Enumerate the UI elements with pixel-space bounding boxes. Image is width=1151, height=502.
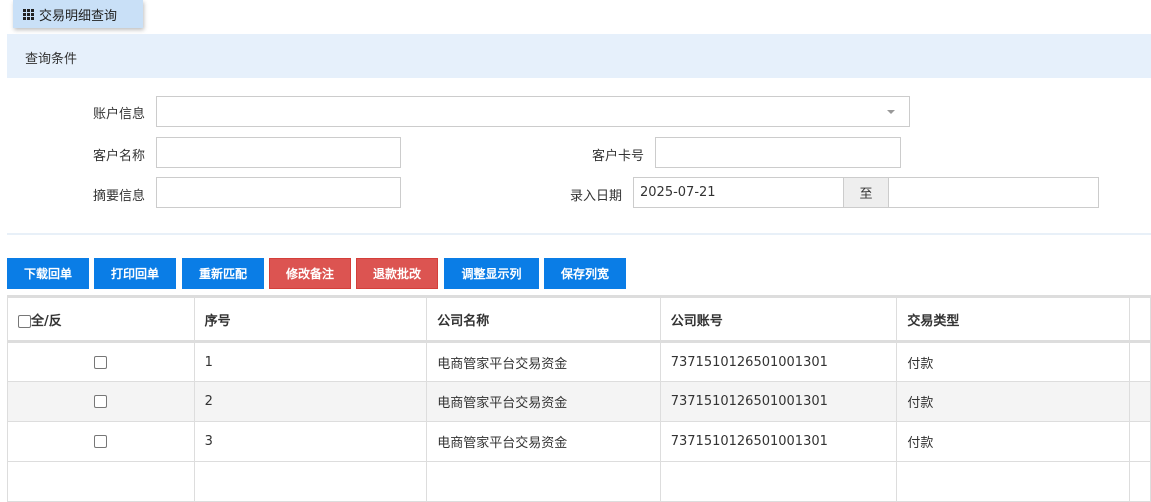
entry-date-label: 录入日期 (569, 189, 622, 204)
edit-remark-button[interactable]: 修改备注 (269, 258, 351, 289)
row-company: 电商管家平台交易资金 (426, 421, 661, 462)
save-column-width-button[interactable]: 保存列宽 (544, 258, 626, 289)
summary-input[interactable] (156, 177, 401, 208)
card-no-label: 客户卡号 (591, 149, 644, 164)
transaction-table: 全/反 序号 公司名称 公司账号 交易类型 1 电商管家平台交易资金 7371510… (7, 295, 1151, 502)
customer-name-label: 客户名称 (92, 149, 145, 164)
date-to-addon: 至 (843, 177, 889, 208)
table-row[interactable]: 3 电商管家平台交易资金 7371510126501001301 付款 (7, 421, 1151, 462)
download-receipt-button[interactable]: 下载回单 (7, 258, 89, 289)
tab-transaction-detail[interactable]: 交易明细查询 (13, 0, 143, 28)
tab-title: 交易明细查询 (39, 8, 118, 24)
account-info-label: 账户信息 (92, 107, 145, 122)
row-no: 1 (193, 341, 428, 382)
row-no: 2 (193, 381, 428, 422)
header-account[interactable]: 公司账号 (659, 296, 898, 343)
header-company[interactable]: 公司名称 (426, 296, 661, 343)
summary-label: 摘要信息 (92, 189, 145, 204)
header-type[interactable]: 交易类型 (896, 296, 1130, 343)
refund-batch-button[interactable]: 退款批改 (356, 258, 438, 289)
adjust-columns-button[interactable]: 调整显示列 (444, 258, 539, 289)
table-row[interactable]: 1 电商管家平台交易资金 7371510126501001301 付款 (7, 341, 1151, 382)
chevron-down-icon (887, 110, 895, 114)
row-type: 付款 (896, 381, 1130, 422)
row-account: 7371510126501001301 (659, 421, 898, 462)
row-checkbox[interactable] (94, 395, 108, 408)
panel-title: 查询条件 (7, 34, 1151, 78)
entry-date-from-input[interactable]: 2025-07-21 (633, 177, 844, 208)
select-all-header[interactable]: 全/反 (7, 296, 195, 343)
select-all-checkbox[interactable] (18, 314, 31, 328)
row-checkbox[interactable] (94, 435, 108, 448)
row-account: 7371510126501001301 (659, 341, 898, 382)
row-no: 3 (193, 421, 428, 462)
grid-icon (23, 8, 34, 20)
row-type: 付款 (896, 421, 1130, 462)
customer-name-input[interactable] (156, 137, 401, 168)
row-type: 付款 (896, 341, 1130, 382)
row-company: 电商管家平台交易资金 (426, 341, 661, 382)
card-no-input[interactable] (655, 137, 901, 168)
header-no[interactable]: 序号 (193, 296, 428, 343)
account-info-select[interactable] (156, 96, 910, 127)
header-extra (1128, 296, 1151, 343)
table-row[interactable]: 2 电商管家平台交易资金 7371510126501001301 付款 (7, 381, 1151, 422)
row-account: 7371510126501001301 (659, 381, 898, 422)
row-company: 电商管家平台交易资金 (426, 381, 661, 422)
table-row (7, 461, 1151, 502)
print-receipt-button[interactable]: 打印回单 (94, 258, 176, 289)
rematch-button[interactable]: 重新匹配 (182, 258, 264, 289)
entry-date-to-input[interactable] (888, 177, 1099, 208)
row-checkbox[interactable] (94, 355, 108, 369)
